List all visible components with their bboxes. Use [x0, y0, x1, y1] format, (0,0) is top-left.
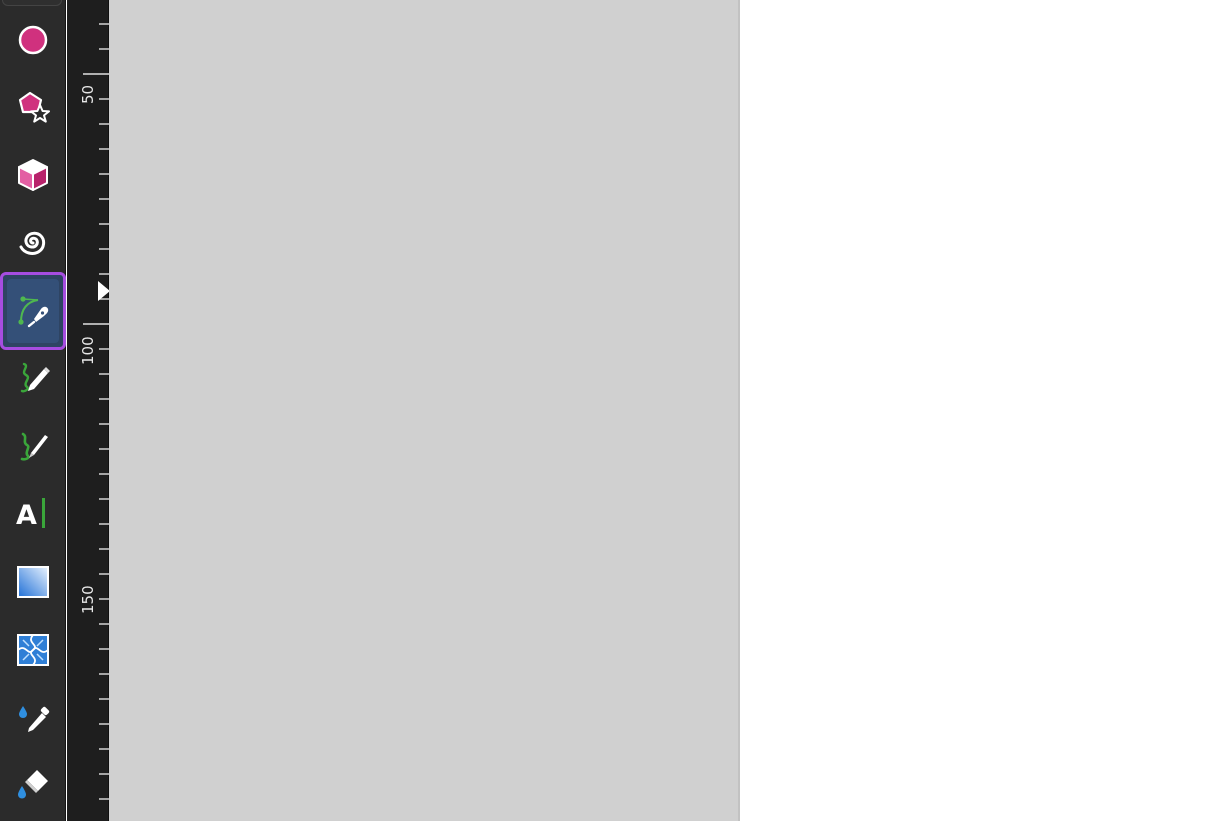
gradient-tool[interactable] [2, 551, 64, 613]
ruler-ticks [83, 23, 109, 800]
gradient-icon [17, 566, 49, 598]
canvas-area[interactable] [109, 0, 738, 821]
document-page[interactable] [740, 0, 1219, 821]
text-icon: A [16, 498, 45, 531]
svg-text:A: A [16, 500, 37, 531]
calligraphy-icon [20, 432, 48, 461]
pencil-icon [20, 362, 50, 393]
vertical-ruler[interactable]: 50 100 150 [67, 0, 110, 821]
spiral-icon [19, 231, 46, 255]
star-polygon-icon [18, 91, 50, 123]
dropper-tool[interactable] [2, 686, 64, 748]
ellipse-tool[interactable] [2, 9, 64, 71]
toolbox-top-stub [2, 0, 62, 6]
paint-bucket-tool[interactable] [2, 752, 64, 814]
ruler-label-150: 150 [79, 585, 97, 614]
3d-box-tool[interactable] [2, 144, 64, 206]
star-polygon-tool[interactable] [2, 76, 64, 138]
calligraphy-tool[interactable] [2, 413, 64, 475]
dropper-icon [19, 706, 50, 732]
mesh-icon [17, 634, 49, 666]
text-tool[interactable]: A [2, 482, 64, 544]
pen-bezier-icon [18, 296, 49, 328]
pencil-tool[interactable] [2, 346, 64, 408]
cube-icon [18, 159, 48, 191]
ruler-label-50: 50 [79, 84, 97, 104]
circle-icon [18, 25, 48, 55]
pen-tool[interactable] [0, 272, 66, 350]
paint-bucket-icon [18, 770, 48, 799]
mesh-tool[interactable] [2, 619, 64, 681]
toolbox: A [0, 0, 66, 821]
ruler-label-100: 100 [79, 336, 97, 365]
spiral-tool[interactable] [2, 211, 64, 273]
